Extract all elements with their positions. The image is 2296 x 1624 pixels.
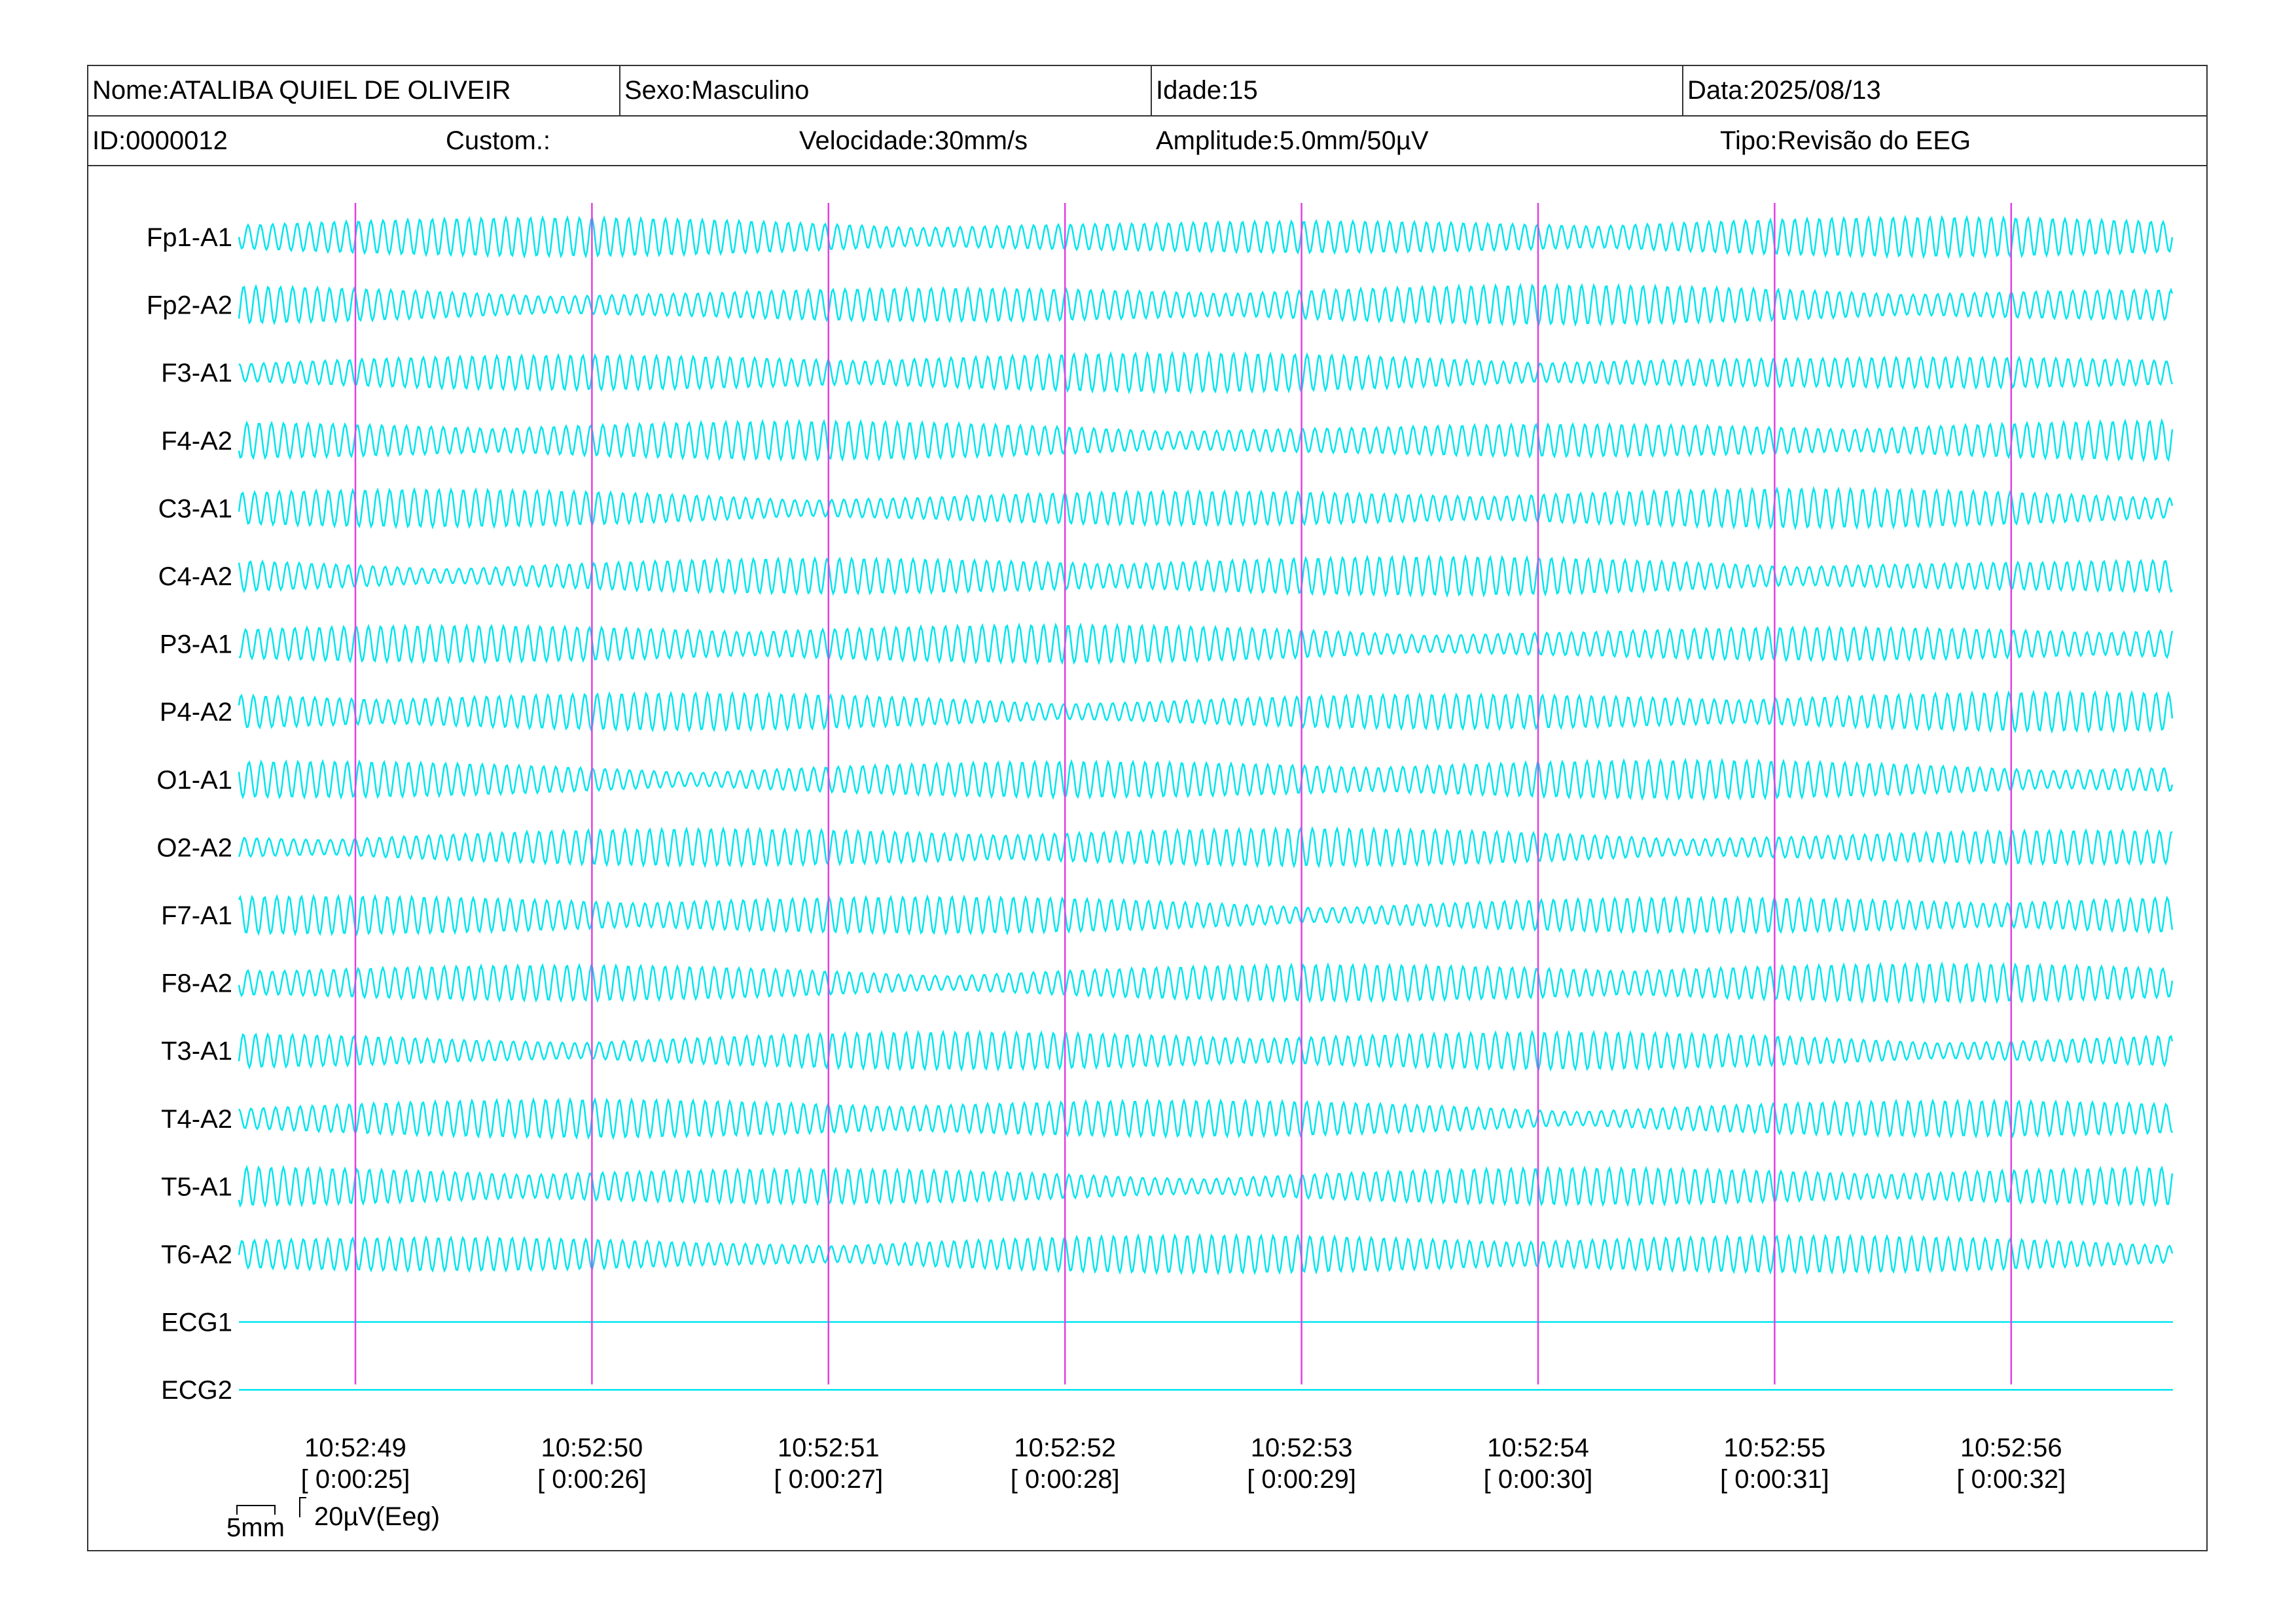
trace-c4-a2 — [238, 554, 2173, 598]
trace-c3-a1 — [238, 486, 2174, 531]
time-scale-label: 5mm — [226, 1513, 285, 1542]
time-marker-elapsed: [ 0:00:30] — [1484, 1465, 1593, 1494]
channel-label: O1-A1 — [156, 766, 232, 795]
channel-label: Fp1-A1 — [147, 223, 232, 252]
time-marker-clock: 10:52:54 — [1487, 1434, 1589, 1462]
time-marker-clock: 10:52:49 — [304, 1434, 406, 1462]
time-marker-elapsed: [ 0:00:31] — [1720, 1465, 1829, 1494]
time-marker-clock: 10:52:51 — [778, 1434, 880, 1462]
amplitude-scale-label: 20µV(Eeg) — [314, 1502, 440, 1531]
channel-label: T3-A1 — [161, 1037, 232, 1066]
trace-t3-a1 — [238, 1029, 2174, 1072]
time-marker-clock: 10:52:50 — [541, 1434, 643, 1462]
trace-p3-a1 — [238, 622, 2174, 666]
time-marker-clock: 10:52:52 — [1014, 1434, 1116, 1462]
channel-label: Fp2-A2 — [147, 291, 232, 320]
channel-label: F3-A1 — [161, 359, 232, 388]
amplitude-scale-bracket — [299, 1497, 306, 1517]
trace-o1-a1 — [238, 757, 2174, 802]
channel-label: ECG1 — [161, 1308, 232, 1337]
time-marker-clock: 10:52:53 — [1251, 1434, 1353, 1462]
time-marker-clock: 10:52:55 — [1724, 1434, 1826, 1462]
channel-label: T6-A2 — [161, 1240, 232, 1269]
trace-fp1-a1 — [238, 214, 2174, 259]
trace-f8-a2 — [238, 961, 2174, 1005]
channel-label: P3-A1 — [160, 630, 232, 659]
channel-label: F8-A2 — [161, 969, 232, 998]
time-marker-elapsed: [ 0:00:29] — [1247, 1465, 1356, 1494]
channel-label: T5-A1 — [161, 1172, 232, 1201]
trace-p4-a2 — [238, 689, 2174, 734]
eeg-chart: Fp1-A1 Fp2-A2 F3-A1 F4-A2 C3-A1 C4-A2 P3-A1 P4-… — [147, 203, 2174, 1542]
time-marker-elapsed: [ 0:00:25] — [301, 1465, 410, 1494]
time-marker-elapsed: [ 0:00:27] — [774, 1465, 883, 1494]
channel-label: ECG2 — [161, 1376, 232, 1405]
time-marker-elapsed: [ 0:00:28] — [1011, 1465, 1120, 1494]
time-marker-elapsed: [ 0:00:26] — [537, 1465, 647, 1494]
channel-label: O2-A2 — [156, 833, 232, 862]
time-marker-clock: 10:52:56 — [1960, 1434, 2062, 1462]
channel-label: C4-A2 — [158, 562, 232, 591]
trace-fp2-a2 — [238, 282, 2174, 327]
channel-label: P4-A2 — [160, 698, 232, 727]
trace-f4-a2 — [238, 418, 2174, 463]
trace-t5-a1 — [238, 1164, 2174, 1208]
trace-f7-a1 — [238, 893, 2174, 937]
channel-label: F7-A1 — [161, 901, 232, 930]
trace-f3-a1 — [238, 350, 2174, 395]
channel-label: F4-A2 — [161, 427, 232, 456]
time-marker-elapsed: [ 0:00:32] — [1956, 1465, 2066, 1494]
channel-label: T4-A2 — [161, 1105, 232, 1134]
trace-o2-a2 — [238, 825, 2173, 869]
channel-label: C3-A1 — [158, 494, 232, 523]
trace-t4-a2 — [238, 1096, 2174, 1140]
trace-t6-a2 — [238, 1233, 2174, 1276]
